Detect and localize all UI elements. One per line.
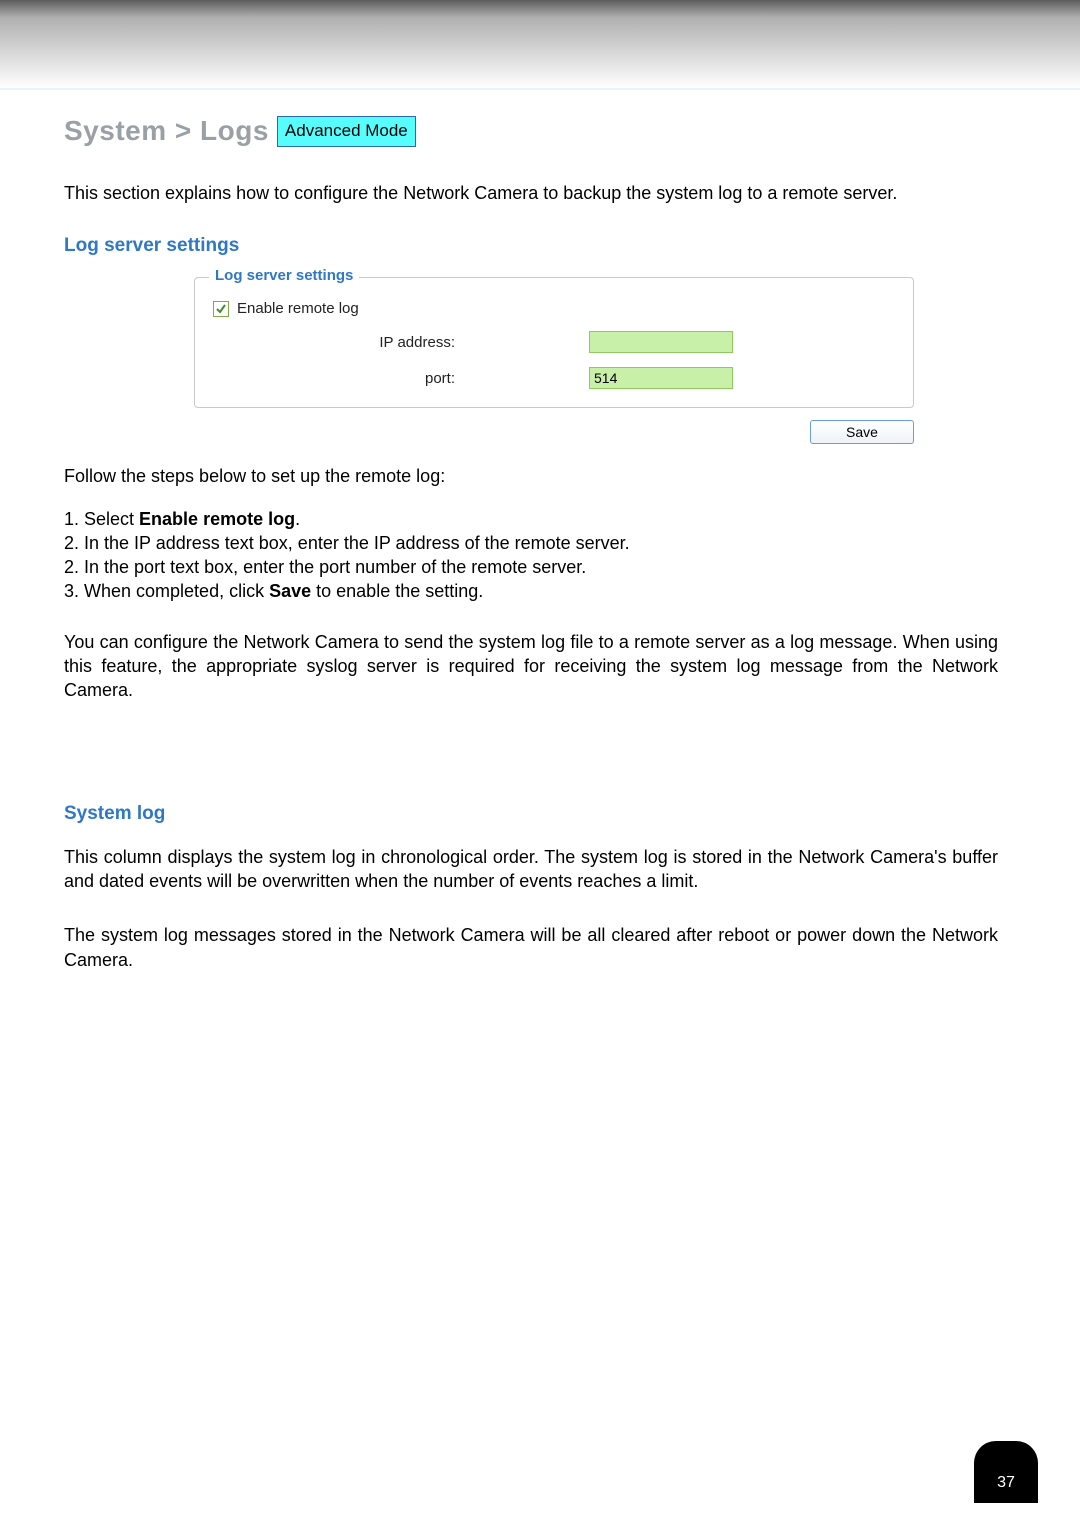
step-1-prefix: 1. Select [64,509,139,529]
section-log-server-settings-title: Log server settings [64,235,998,257]
ip-address-input[interactable] [589,331,733,353]
breadcrumb: System > Logs [64,115,269,147]
save-button[interactable]: Save [810,420,914,444]
step-2: 2. In the IP address text box, enter the… [64,531,998,555]
ip-address-row: IP address: [213,331,895,353]
intro-paragraph: This section explains how to configure t… [64,181,998,205]
step-4: 3. When completed, click Save to enable … [64,579,998,603]
fieldset-legend: Log server settings [209,267,359,284]
port-input[interactable] [589,367,733,389]
port-label: port: [213,370,463,387]
ip-address-label: IP address: [213,334,463,351]
enable-remote-log-checkbox[interactable] [213,301,229,317]
step-3: 2. In the port text box, enter the port … [64,555,998,579]
checkmark-icon [216,304,226,314]
mode-badge: Advanced Mode [277,116,416,147]
section-system-log-title: System log [64,803,998,825]
step-4-bold: Save [269,581,311,601]
post-steps-paragraph: You can configure the Network Camera to … [64,630,998,703]
enable-remote-log-row: Enable remote log [213,300,895,317]
log-server-settings-fieldset: Log server settings Enable remote log IP… [194,277,914,408]
enable-remote-log-label: Enable remote log [237,300,359,317]
log-server-settings-panel: Log server settings Enable remote log IP… [194,277,914,444]
system-log-p1: This column displays the system log in c… [64,845,998,894]
page-number: 37 [997,1474,1015,1492]
step-4-prefix: 3. When completed, click [64,581,269,601]
step-1-suffix: . [295,509,300,529]
page-content: System > Logs Advanced Mode This section… [64,115,998,1002]
step-1-bold: Enable remote log [139,509,295,529]
step-4-suffix: to enable the setting. [311,581,483,601]
page-header-gradient [0,0,1080,90]
steps-intro: Follow the steps below to set up the rem… [64,464,998,488]
steps-list: 1. Select Enable remote log. 2. In the I… [64,507,998,604]
page-number-tab: 37 [974,1441,1038,1503]
system-log-p2: The system log messages stored in the Ne… [64,923,998,972]
step-1: 1. Select Enable remote log. [64,507,998,531]
port-row: port: [213,367,895,389]
